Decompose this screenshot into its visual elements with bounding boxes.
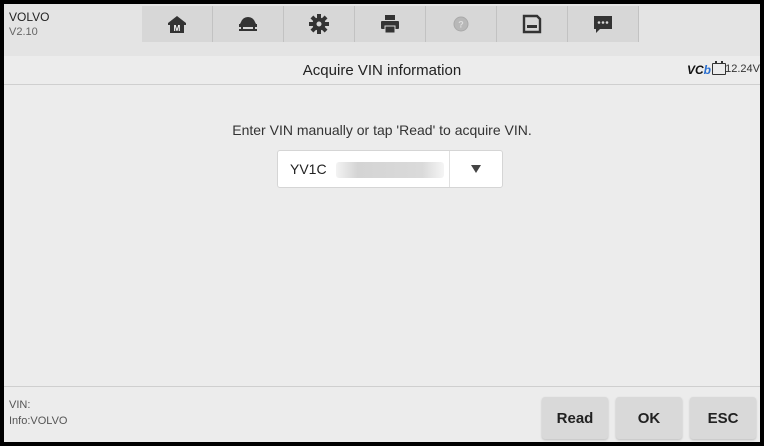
page-title: Acquire VIN information: [302, 62, 462, 79]
battery-icon: [712, 61, 726, 75]
title-bar: Acquire VIN information VCb 12.24V: [4, 56, 760, 85]
home-button[interactable]: M: [142, 6, 213, 42]
footer-bar: VIN: Info:VOLVO Read OK ESC: [4, 386, 760, 442]
vin-dropdown-button[interactable]: [450, 151, 502, 187]
printer-icon: [381, 15, 399, 34]
vehicle-lift-icon: [239, 17, 257, 31]
print-button[interactable]: [355, 6, 426, 42]
save-button[interactable]: [497, 6, 568, 42]
top-toolbar: VOLVO V2.10 M ?: [4, 4, 760, 56]
app-name: VOLVO: [9, 10, 50, 24]
vehicle-menu-button[interactable]: [213, 6, 284, 42]
battery-voltage: 12.24V: [725, 63, 760, 75]
save-icon: [522, 14, 542, 34]
screen: VOLVO V2.10 M ? Acquire VIN information …: [4, 4, 760, 442]
message-button[interactable]: [568, 6, 639, 42]
svg-text:?: ?: [458, 20, 464, 30]
app-version: V2.10: [9, 26, 38, 38]
vci-status: VCb: [687, 63, 711, 77]
vci-label: VC: [686, 63, 704, 77]
message-icon: [594, 16, 612, 33]
settings-button[interactable]: [284, 6, 355, 42]
vin-input[interactable]: YV1C: [290, 161, 327, 177]
help-icon: ?: [453, 16, 469, 32]
read-button[interactable]: Read: [542, 397, 608, 439]
vin-status-label: VIN:: [9, 399, 31, 411]
info-status-label: Info:VOLVO: [9, 415, 68, 427]
vin-combobox: YV1C: [277, 150, 503, 188]
vci-connection-mark: b: [703, 63, 711, 77]
home-icon: M: [168, 16, 186, 33]
svg-text:M: M: [174, 24, 181, 33]
gear-icon: [309, 14, 329, 34]
ok-button[interactable]: OK: [616, 397, 682, 439]
chevron-down-icon: [471, 165, 481, 173]
instruction-text: Enter VIN manually or tap 'Read' to acqu…: [232, 122, 532, 138]
vin-redaction: [336, 162, 444, 178]
esc-button[interactable]: ESC: [690, 397, 756, 439]
help-button[interactable]: ?: [426, 6, 497, 42]
